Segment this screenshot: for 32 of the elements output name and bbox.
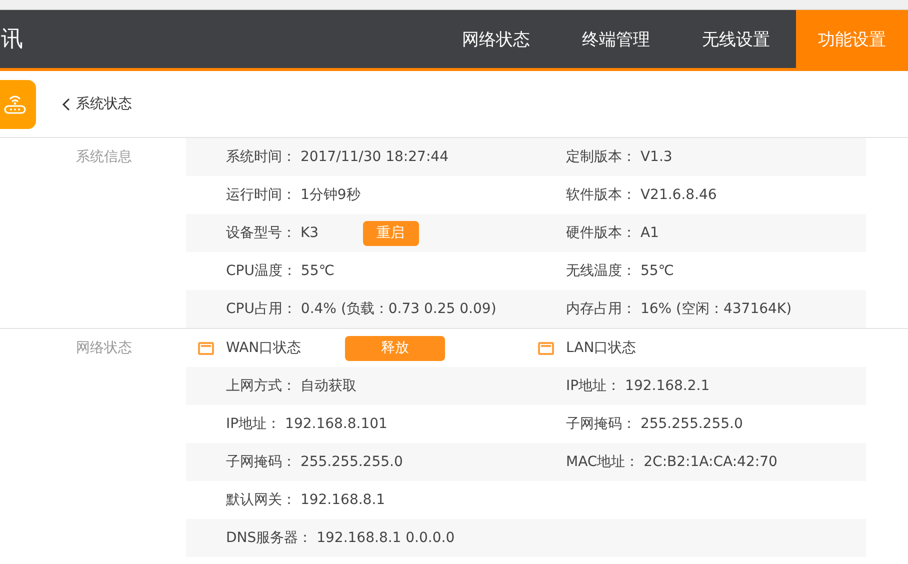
info-text: 无线温度： 55℃ bbox=[566, 262, 674, 280]
section-title: 系统信息 bbox=[75, 148, 133, 167]
port-icon bbox=[198, 342, 214, 354]
info-text: 上网方式： 自动获取 bbox=[226, 377, 356, 395]
info-text: 子网掩码： 255.255.255.0 bbox=[566, 415, 743, 433]
info-text: 默认网关： 192.168.8.1 bbox=[226, 491, 386, 509]
back-link[interactable]: 系统状态 bbox=[62, 95, 132, 113]
chevron-left-icon bbox=[62, 98, 70, 110]
logo-text: 讯 bbox=[1, 26, 23, 54]
info-text: MAC地址： 2C:B2:1A:CA:42:70 bbox=[566, 453, 778, 471]
breadcrumb-title: 系统状态 bbox=[76, 95, 132, 113]
info-text: CPU占用： 0.4% (负载：0.73 0.25 0.09) bbox=[226, 300, 496, 318]
nav-tab[interactable]: 终端管理 bbox=[556, 10, 676, 68]
info-text: 软件版本： V21.6.8.46 bbox=[566, 186, 717, 204]
info-text: IP地址： 192.168.2.1 bbox=[566, 377, 710, 395]
info-text: 定制版本： V1.3 bbox=[566, 148, 672, 166]
info-text: CPU温度： 55℃ bbox=[226, 262, 334, 280]
nav-tab[interactable]: 网络状态 bbox=[436, 10, 556, 68]
port-title: LAN口状态 bbox=[566, 339, 636, 357]
port-icon bbox=[538, 342, 554, 354]
nav-tab[interactable]: 无线设置 bbox=[676, 10, 796, 68]
section-title: 网络状态 bbox=[75, 339, 133, 358]
info-text: 设备型号： K3 bbox=[226, 224, 319, 242]
info-text: IP地址： 192.168.8.101 bbox=[226, 415, 388, 433]
port-title: WAN口状态 bbox=[226, 339, 302, 357]
info-text: 硬件版本： A1 bbox=[566, 224, 659, 242]
info-text: 子网掩码： 255.255.255.0 bbox=[226, 453, 403, 471]
info-text: 运行时间： 1分钟9秒 bbox=[226, 186, 360, 204]
router-icon bbox=[0, 80, 36, 128]
info-text: DNS服务器： 192.168.8.1 0.0.0.0 bbox=[226, 529, 455, 547]
info-text: 内存占用： 16% (空闲：437164K) bbox=[566, 300, 792, 318]
info-text: 系统时间： 2017/11/30 18:27:44 bbox=[226, 148, 448, 166]
